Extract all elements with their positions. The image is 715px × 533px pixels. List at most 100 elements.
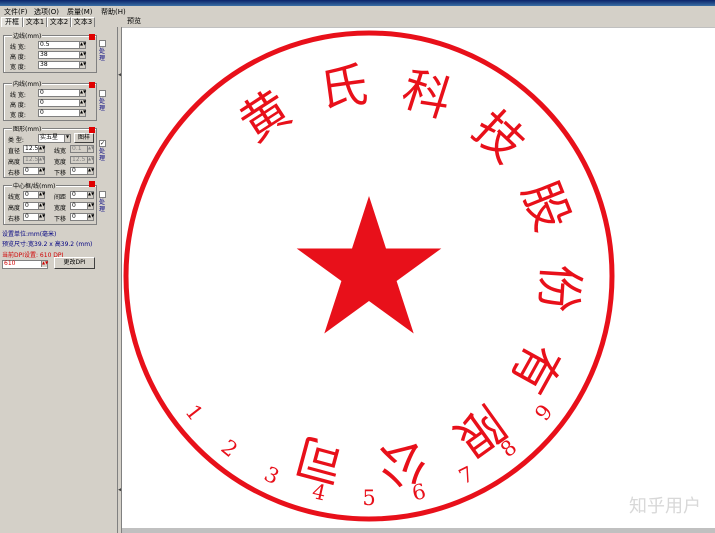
pattern-color-swatch[interactable]	[89, 127, 95, 133]
inner-depth-input[interactable]: 0 ▲▼	[38, 109, 86, 117]
menu-quality[interactable]: 质量(M)	[67, 7, 93, 17]
center-right-value: 0	[25, 213, 29, 220]
pattern-process-checkbox[interactable]: ✓	[99, 140, 106, 147]
spin-arrows-icon[interactable]: ▲▼	[38, 168, 45, 174]
inner-width-input[interactable]: 0 ▲▼	[38, 89, 86, 97]
center-down-input[interactable]: 0 ▲▼	[70, 213, 94, 221]
center-right-input[interactable]: 0 ▲▼	[23, 213, 45, 221]
seal-graphic: 黄氏科技股份有限公司 1234 5 6789	[123, 30, 615, 522]
inner-color-swatch[interactable]	[89, 82, 95, 88]
border-height-input[interactable]: 38 ▲▼	[38, 51, 86, 59]
spin-arrows-icon[interactable]: ▲▼	[87, 214, 94, 220]
pattern-button[interactable]: 图样	[74, 133, 94, 143]
spin-arrows-icon[interactable]: ▲▼	[41, 261, 48, 267]
spin-arrows-icon[interactable]: ▲▼	[38, 192, 45, 198]
pattern-width-input[interactable]: 12.5 ▲▼	[70, 156, 94, 164]
pattern-group-title: 图形(mm)	[12, 124, 43, 133]
spin-arrows-icon[interactable]: ▲▼	[79, 52, 86, 58]
inner-process-label: 处理	[99, 98, 106, 112]
seal-preview-canvas: 黄氏科技股份有限公司 123456789 知乎用户	[122, 28, 715, 528]
tab-frame[interactable]: 开框	[1, 17, 23, 27]
seal-character: 氏	[316, 57, 371, 119]
center-spacing-input[interactable]: 0 ▲▼	[70, 191, 94, 199]
center-height-value: 0	[25, 202, 29, 209]
menu-bar: 文件(F) 选项(O) 质量(M) 帮助(H)	[0, 6, 715, 17]
border-width-input[interactable]: 0.5 ▲▼	[38, 41, 86, 49]
border-width-label: 线 宽:	[10, 44, 26, 51]
spin-arrows-icon[interactable]: ▲▼	[87, 203, 94, 209]
pattern-diameter-input[interactable]: 12.5 ▲▼	[23, 145, 45, 153]
serial-digit: 9	[530, 400, 557, 425]
unit-setting-text: 设置单位:mm(毫米)	[2, 231, 57, 238]
inner-depth-value: 0	[40, 109, 44, 116]
pattern-right-input[interactable]: 0 ▲▼	[23, 167, 45, 175]
spin-arrows-icon[interactable]: ▲▼	[79, 62, 86, 68]
preview-label: 预览	[127, 17, 141, 25]
menu-file[interactable]: 文件(F)	[4, 7, 28, 17]
border-group: 边线(mm) 线 宽: 0.5 ▲▼ 高 度: 38 ▲▼ 宽 度: 38 ▲▼	[3, 31, 97, 73]
spin-arrows-icon[interactable]: ▲▼	[38, 214, 45, 220]
serial-digit: 3	[260, 462, 283, 489]
pattern-linewidth-input[interactable]: 0.1 ▲▼	[70, 145, 94, 153]
center-process-checkbox[interactable]	[99, 191, 106, 198]
center-linewidth-input[interactable]: 0 ▲▼	[23, 191, 45, 199]
pattern-diameter-value: 12.5	[25, 145, 39, 152]
border-depth-value: 38	[40, 61, 48, 68]
menu-help[interactable]: 帮助(H)	[101, 7, 126, 17]
inner-height-value: 0	[40, 99, 44, 106]
chevron-down-icon[interactable]: ▼	[64, 135, 70, 142]
serial-number-text: 1234 5 6789	[181, 400, 558, 510]
spin-arrows-icon[interactable]: ▲▼	[79, 110, 86, 116]
spin-arrows-icon[interactable]: ▲▼	[87, 146, 94, 152]
border-color-swatch[interactable]	[89, 34, 95, 40]
seal-character: 有	[499, 334, 571, 403]
spin-arrows-icon[interactable]: ▲▼	[38, 203, 45, 209]
center-row2-label1: 高度	[8, 205, 21, 212]
inner-height-input[interactable]: 0 ▲▼	[38, 99, 86, 107]
pattern-height-input[interactable]: 12.5 ▲▼	[23, 156, 45, 164]
inner-depth-label: 宽 度:	[10, 112, 26, 119]
spin-arrows-icon[interactable]: ▲▼	[79, 42, 86, 48]
center-row2-label2: 宽度	[54, 205, 67, 212]
center-row3-label2: 下移	[54, 216, 67, 223]
border-height-value: 38	[40, 51, 48, 58]
seal-character: 技	[462, 100, 535, 174]
pattern-down-input[interactable]: 0 ▲▼	[70, 167, 94, 175]
serial-digit: 5	[362, 486, 375, 510]
spin-arrows-icon[interactable]: ▲▼	[79, 90, 86, 96]
center-down-value: 0	[72, 213, 76, 220]
spin-arrows-icon[interactable]: ▲▼	[87, 157, 94, 163]
border-process-label: 处理	[99, 48, 106, 62]
center-width-input[interactable]: 0 ▲▼	[70, 202, 94, 210]
pattern-type-select[interactable]: 实五星 ▼	[38, 134, 71, 143]
spin-arrows-icon[interactable]: ▲▼	[38, 146, 45, 152]
border-process-checkbox[interactable]	[99, 40, 106, 47]
pattern-row1-label1: 直径	[8, 148, 21, 155]
inner-process-checkbox[interactable]	[99, 90, 106, 97]
pattern-row1-label2: 线宽	[54, 148, 67, 155]
spin-arrows-icon[interactable]: ▲▼	[38, 157, 45, 163]
spin-arrows-icon[interactable]: ▲▼	[79, 100, 86, 106]
spin-arrows-icon[interactable]: ▲▼	[87, 168, 94, 174]
pattern-type-label: 类 型:	[8, 137, 24, 144]
tab-text2[interactable]: 文本2	[47, 17, 71, 27]
dpi-value: 610	[4, 260, 16, 267]
spin-arrows-icon[interactable]: ▲▼	[87, 192, 94, 198]
menu-options[interactable]: 选项(O)	[34, 7, 59, 17]
change-dpi-button[interactable]: 更改DPI	[54, 257, 95, 269]
inner-group: 内线(mm) 线 宽: 0 ▲▼ 高 度: 0 ▲▼ 宽 度: 0 ▲▼	[3, 79, 97, 121]
tab-text1[interactable]: 文本1	[23, 17, 47, 27]
inner-width-label: 线 宽:	[10, 92, 26, 99]
pattern-right-value: 0	[25, 167, 29, 174]
center-group-title: 中心框/线(mm)	[12, 181, 57, 190]
serial-digit: 7	[455, 462, 478, 489]
pattern-width-value: 12.5	[72, 156, 86, 163]
center-height-input[interactable]: 0 ▲▼	[23, 202, 45, 210]
border-depth-label: 宽 度:	[10, 64, 26, 71]
dpi-input[interactable]: 610 ▲▼	[2, 260, 48, 269]
tab-text3[interactable]: 文本3	[71, 17, 95, 27]
seal-character: 科	[395, 61, 458, 129]
border-depth-input[interactable]: 38 ▲▼	[38, 61, 86, 69]
center-color-swatch[interactable]	[89, 181, 95, 187]
seal-star	[296, 196, 442, 334]
